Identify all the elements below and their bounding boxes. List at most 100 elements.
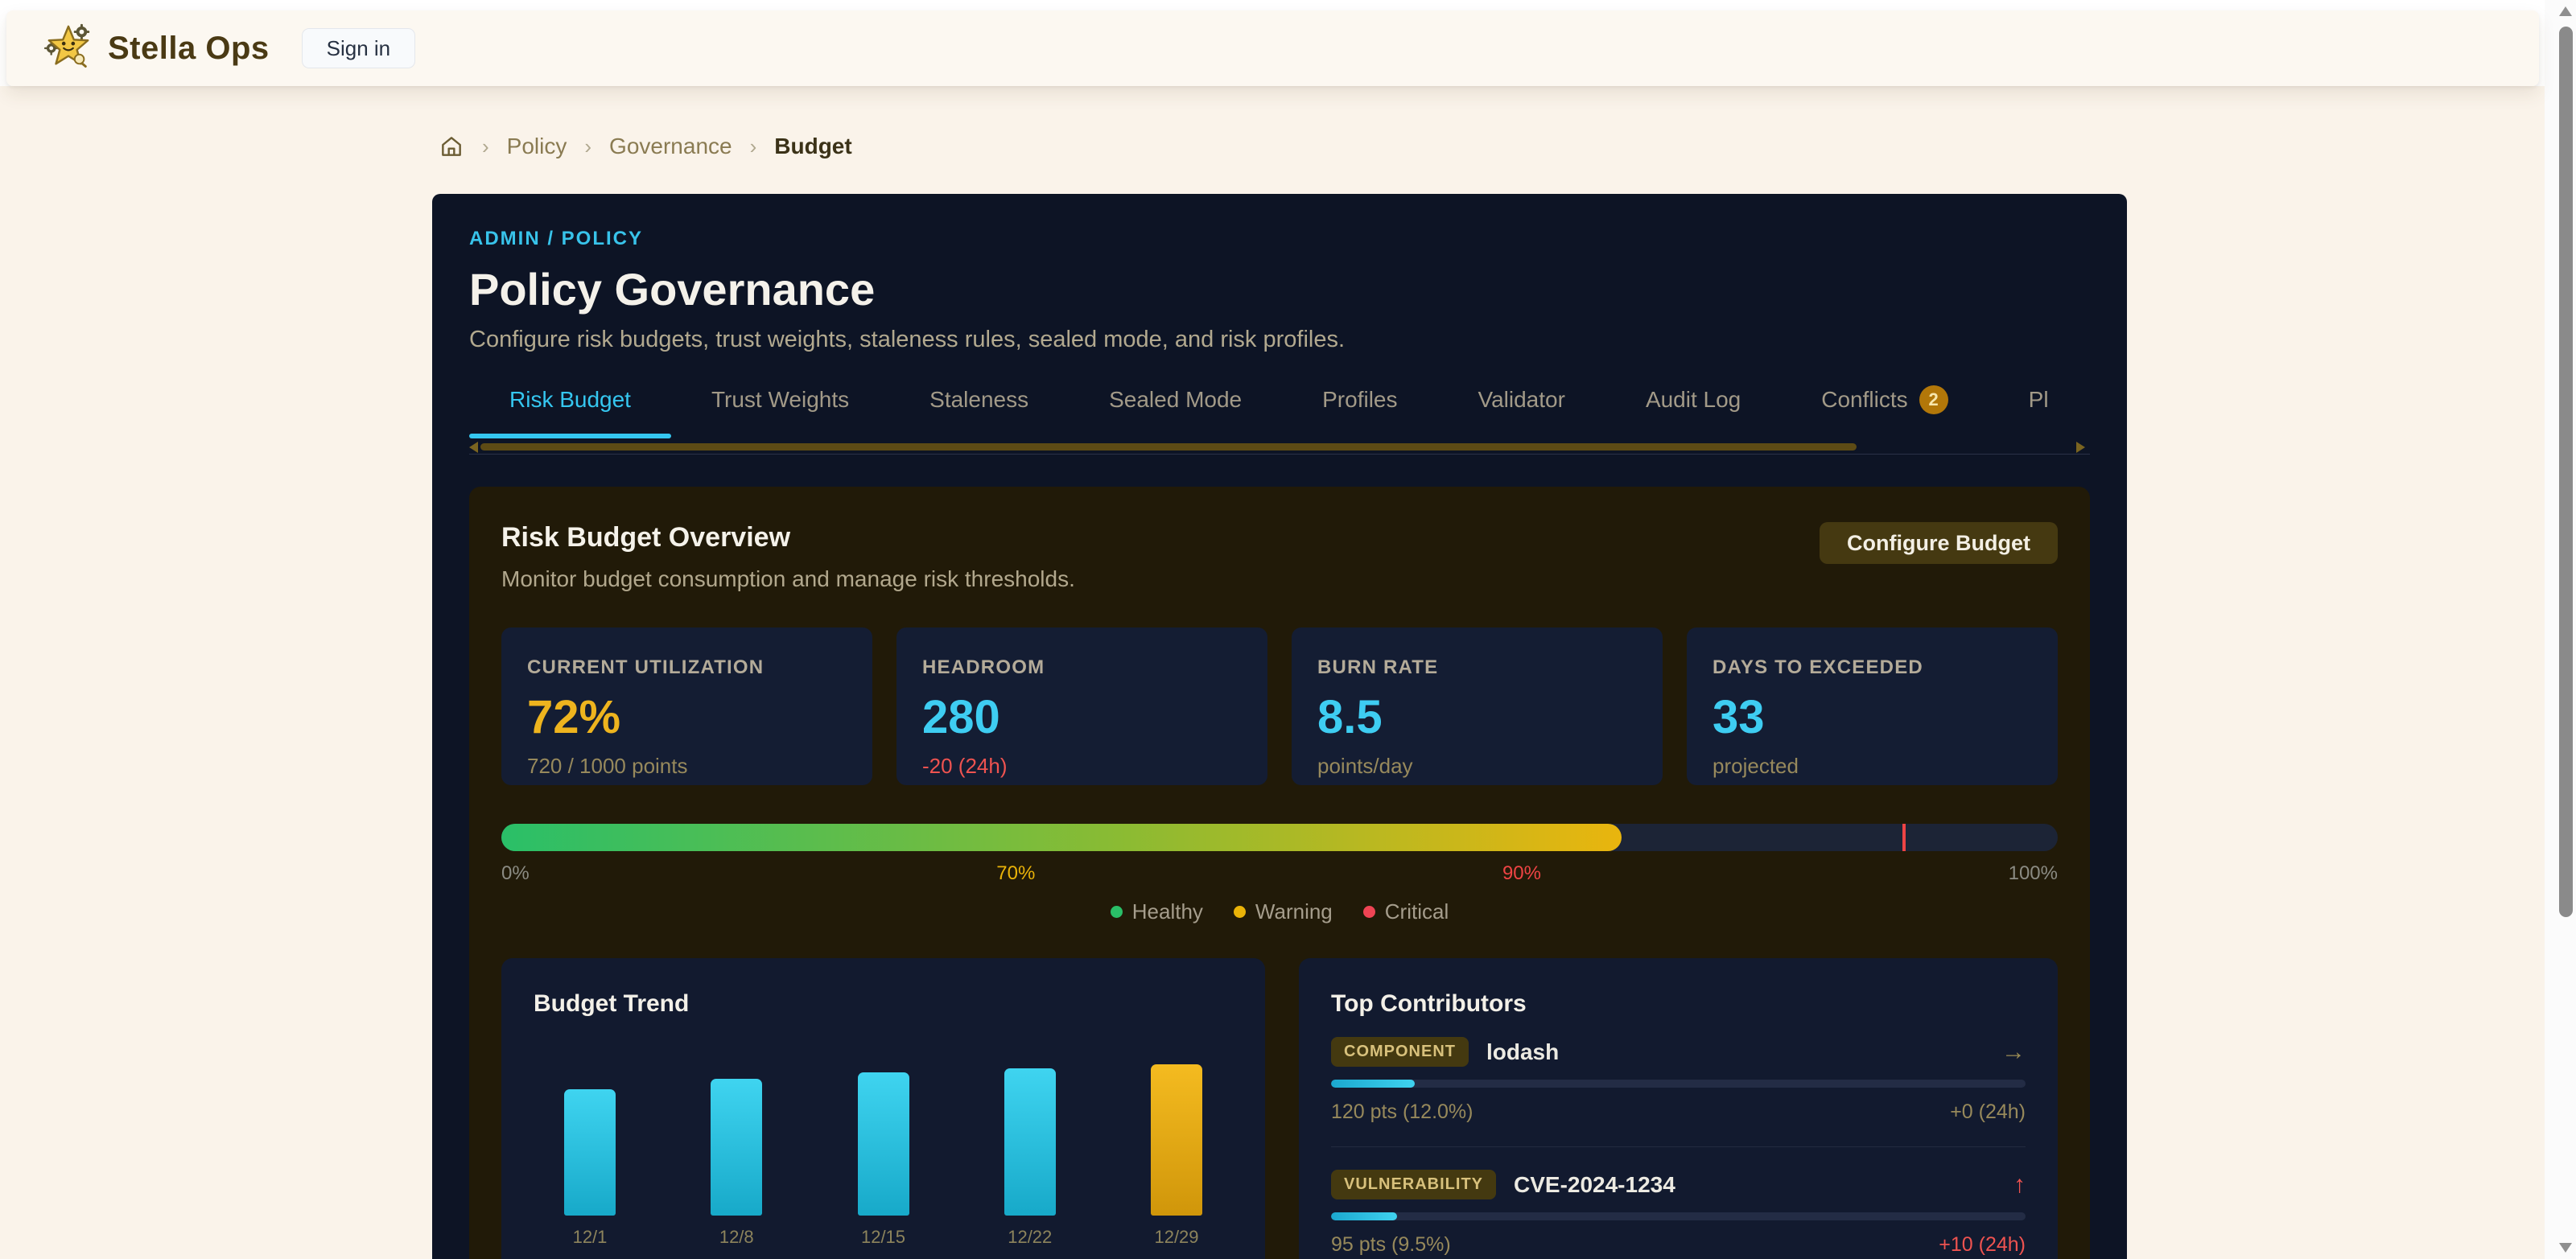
contributor-header: VULNERABILITYCVE-2024-1234↑ [1331,1170,2026,1199]
threshold-label-100: 100% [2009,862,2058,885]
page-title: Policy Governance [469,263,2090,315]
stat-value: 280 [922,690,1242,744]
bar [1151,1064,1202,1216]
scroll-down-icon[interactable] [2559,1243,2572,1253]
critical-dot-icon [1363,906,1375,918]
trend-right-icon: → [2001,1039,2026,1066]
stella-ops-logo-icon [43,22,93,76]
legend-warning: Warning [1234,899,1333,924]
tab-pl[interactable]: Pl [1989,385,2089,438]
page-scrollbar-thumb[interactable] [2559,27,2573,917]
contributor-points: 120 pts (12.0%) [1331,1101,1473,1124]
breadcrumb-separator: › [750,134,757,159]
scroll-up-icon[interactable] [2559,6,2572,16]
threshold-label-0: 0% [501,862,530,885]
tabs-scrollbar-thumb[interactable] [480,443,1857,451]
contributor-progress-fill [1331,1080,1415,1088]
healthy-dot-icon [1111,906,1123,918]
tabs-scrollbar[interactable] [469,443,2090,451]
tab-staleness[interactable]: Staleness [889,385,1069,438]
contributor-name: lodash [1486,1039,1559,1065]
tab-bar: Risk Budget Trust Weights Staleness Sealed … [469,385,2090,438]
legend-label: Healthy [1132,899,1203,924]
tab-trust-weights[interactable]: Trust Weights [671,385,889,438]
trend-bar-12-1 [564,1089,616,1216]
tab-label: Pl [2029,387,2049,413]
legend-label: Warning [1255,899,1333,924]
overview-subtitle: Monitor budget consumption and manage ri… [501,566,1075,592]
threshold-label-70: 70% [996,862,1035,885]
conflicts-count-badge: 2 [1919,385,1948,414]
contributor-row-cve-2024-1234: VULNERABILITYCVE-2024-1234↑ 95 pts (9.5%)… [1331,1170,2026,1257]
utilization-bar [501,824,2058,851]
tab-sealed-mode[interactable]: Sealed Mode [1069,385,1282,438]
warning-dot-icon [1234,906,1246,918]
tab-risk-budget[interactable]: Risk Budget [469,385,671,438]
contributor-points: 95 pts (9.5%) [1331,1233,1451,1257]
legend-healthy: Healthy [1111,899,1203,924]
breadcrumb-separator: › [584,134,591,159]
stat-label: DAYS TO EXCEEDED [1713,656,2032,679]
admin-policy-eyebrow: ADMIN / POLICY [469,228,2090,250]
bar [858,1072,909,1216]
sign-in-button[interactable]: Sign in [302,28,416,68]
trend-bar-12-8 [711,1079,762,1216]
stat-card-days-to-exceeded: DAYS TO EXCEEDED33projected [1687,627,2058,785]
contributor-type-badge: COMPONENT [1331,1037,1469,1067]
page-scrollbar[interactable] [2545,0,2576,1259]
stat-value: 8.5 [1317,690,1637,744]
tab-label: Trust Weights [711,387,849,413]
contributor-meta: 120 pts (12.0%)+0 (24h) [1331,1101,2026,1124]
tab-label: Profiles [1322,387,1397,413]
brand: Stella Ops [43,22,270,76]
breadcrumb-governance[interactable]: Governance [609,134,732,159]
budget-trend-chart [534,1037,1233,1216]
tabs-scroll-right-icon[interactable] [2076,442,2085,453]
contributor-meta: 95 pts (9.5%) +10 (24h) [1331,1233,2026,1257]
top-contributors-panel: Top Contributors COMPONENT lodash → 120 pts… [1299,958,2058,1259]
breadcrumb-policy[interactable]: Policy [507,134,567,159]
tabs-scroll-left-icon[interactable] [469,442,478,453]
tab-label: Conflicts [1821,387,1907,413]
breadcrumb: › Policy › Governance › Budget [439,134,852,159]
bar [564,1089,616,1216]
stat-value: 33 [1713,690,2032,744]
contributor-divider [1331,1146,2026,1147]
contributor-progress [1331,1212,2026,1220]
contributor-delta: +10 (24h) [1939,1233,2026,1257]
utilization-fill [501,824,1622,851]
threshold-labels: 0%70%90%100% [501,862,2058,885]
bar [711,1079,762,1216]
policy-governance-panel: ADMIN / POLICY Policy Governance Configu… [432,194,2127,1259]
screen: Stella Ops Sign in › Policy › Governance… [0,0,2576,1259]
home-icon[interactable] [439,134,464,159]
risk-budget-overview-card: Risk Budget Overview Monitor budget cons… [469,487,2090,1259]
legend-label: Critical [1385,899,1449,924]
status-legend: Healthy Warning Critical [501,899,2058,924]
stat-label: CURRENT UTILIZATION [527,656,847,679]
tab-conflicts[interactable]: Conflicts 2 [1781,385,1988,438]
trend-bar-12-15 [858,1072,909,1216]
configure-budget-button[interactable]: Configure Budget [1820,522,2058,564]
breadcrumb-current: Budget [774,134,851,159]
tab-label: Audit Log [1646,387,1741,413]
legend-critical: Critical [1363,899,1449,924]
bar [1004,1068,1056,1216]
stat-label: HEADROOM [922,656,1242,679]
top-contributors-title: Top Contributors [1331,990,2026,1018]
tab-validator[interactable]: Validator [1438,385,1605,438]
contributor-progress-fill [1331,1212,1397,1220]
tab-profiles[interactable]: Profiles [1282,385,1437,438]
budget-trend-panel: Budget Trend 12/112/812/1512/2212/29 [501,958,1265,1259]
page-subtitle: Configure risk budgets, trust weights, s… [469,327,2090,353]
tab-label: Risk Budget [509,387,631,413]
tab-audit-log[interactable]: Audit Log [1605,385,1781,438]
app-header: Stella Ops Sign in [6,10,2539,86]
critical-threshold-tick [1902,824,1906,851]
stat-value: 72% [527,690,847,744]
stat-card-current-utilization: CURRENT UTILIZATION72%720 / 1000 points [501,627,872,785]
contributor-name: CVE-2024-1234 [1514,1172,1675,1198]
tab-label: Staleness [929,387,1028,413]
budget-trend-title: Budget Trend [534,990,1233,1018]
contributor-row-lodash: COMPONENT lodash → 120 pts (12.0%)+0 (24h) [1331,1037,2026,1124]
